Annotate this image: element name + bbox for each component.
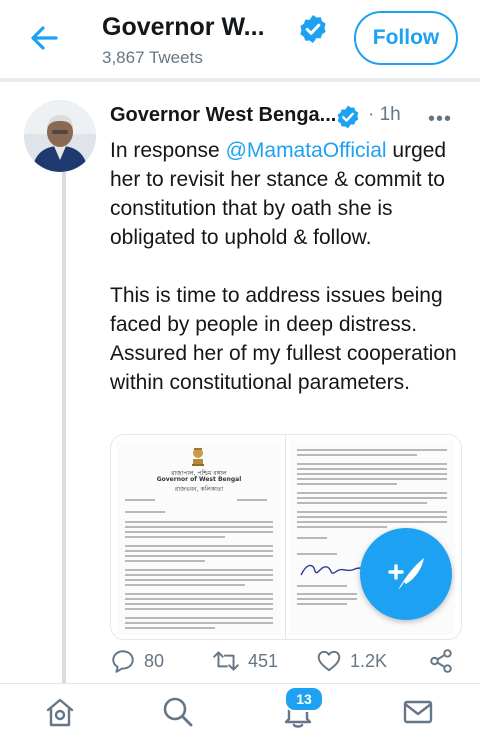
compose-tweet-icon bbox=[388, 558, 424, 590]
letter-page-1: রাজ্যপাল, পশ্চিম বঙ্গাল Governor of West… bbox=[117, 441, 281, 635]
top-bar: Governor W... 3,867 Tweets Follow bbox=[0, 0, 480, 78]
share-button[interactable] bbox=[428, 646, 454, 676]
follow-button[interactable]: Follow bbox=[354, 11, 458, 65]
tweet-text-paragraph-2: This is time to address issues being fac… bbox=[110, 284, 457, 394]
tweet-timestamp[interactable]: · 1h bbox=[368, 104, 401, 126]
retweet-count: 451 bbox=[248, 650, 279, 671]
notifications-badge[interactable]: 13 bbox=[284, 686, 324, 712]
reply-count: 80 bbox=[144, 650, 165, 671]
heart-icon bbox=[317, 650, 341, 672]
compose-tweet-button[interactable] bbox=[360, 528, 452, 620]
letterhead-line-3: রাজভবন, কলিকাতা bbox=[174, 486, 224, 493]
tweet-actions: 80 451 1.2K bbox=[110, 646, 470, 676]
reply-icon bbox=[112, 650, 134, 673]
more-options-icon[interactable]: ••• bbox=[428, 108, 452, 131]
tweet-text: In response @MamataOfficial urged her to… bbox=[110, 136, 468, 397]
like-count: 1.2K bbox=[350, 650, 388, 671]
home-icon[interactable] bbox=[42, 694, 78, 730]
retweet-button[interactable]: 451 bbox=[212, 646, 278, 676]
share-icon bbox=[430, 649, 452, 673]
messages-icon[interactable] bbox=[400, 694, 436, 730]
like-button[interactable]: 1.2K bbox=[316, 646, 387, 676]
letterhead-line-2: Governor of West Bengal bbox=[156, 476, 242, 483]
signature-mark bbox=[300, 564, 368, 576]
back-arrow-icon[interactable] bbox=[26, 20, 62, 56]
mention-link[interactable]: @MamataOfficial bbox=[226, 139, 387, 162]
author-name[interactable]: Governor West Benga... bbox=[110, 104, 336, 127]
verified-badge-icon bbox=[337, 105, 359, 129]
reply-button[interactable]: 80 bbox=[110, 646, 164, 676]
page-divider bbox=[285, 435, 286, 639]
profile-title: Governor W... bbox=[102, 13, 265, 41]
header-divider bbox=[0, 78, 480, 82]
tweet-time: 1h bbox=[379, 104, 401, 125]
verified-badge-icon bbox=[300, 15, 326, 43]
avatar[interactable] bbox=[24, 100, 96, 172]
search-icon[interactable] bbox=[160, 694, 196, 730]
bottom-nav bbox=[0, 684, 480, 740]
emblem-icon bbox=[192, 448, 204, 466]
tweet-count: 3,867 Tweets bbox=[102, 48, 203, 67]
retweet-icon bbox=[213, 651, 239, 671]
thread-line bbox=[62, 172, 66, 692]
